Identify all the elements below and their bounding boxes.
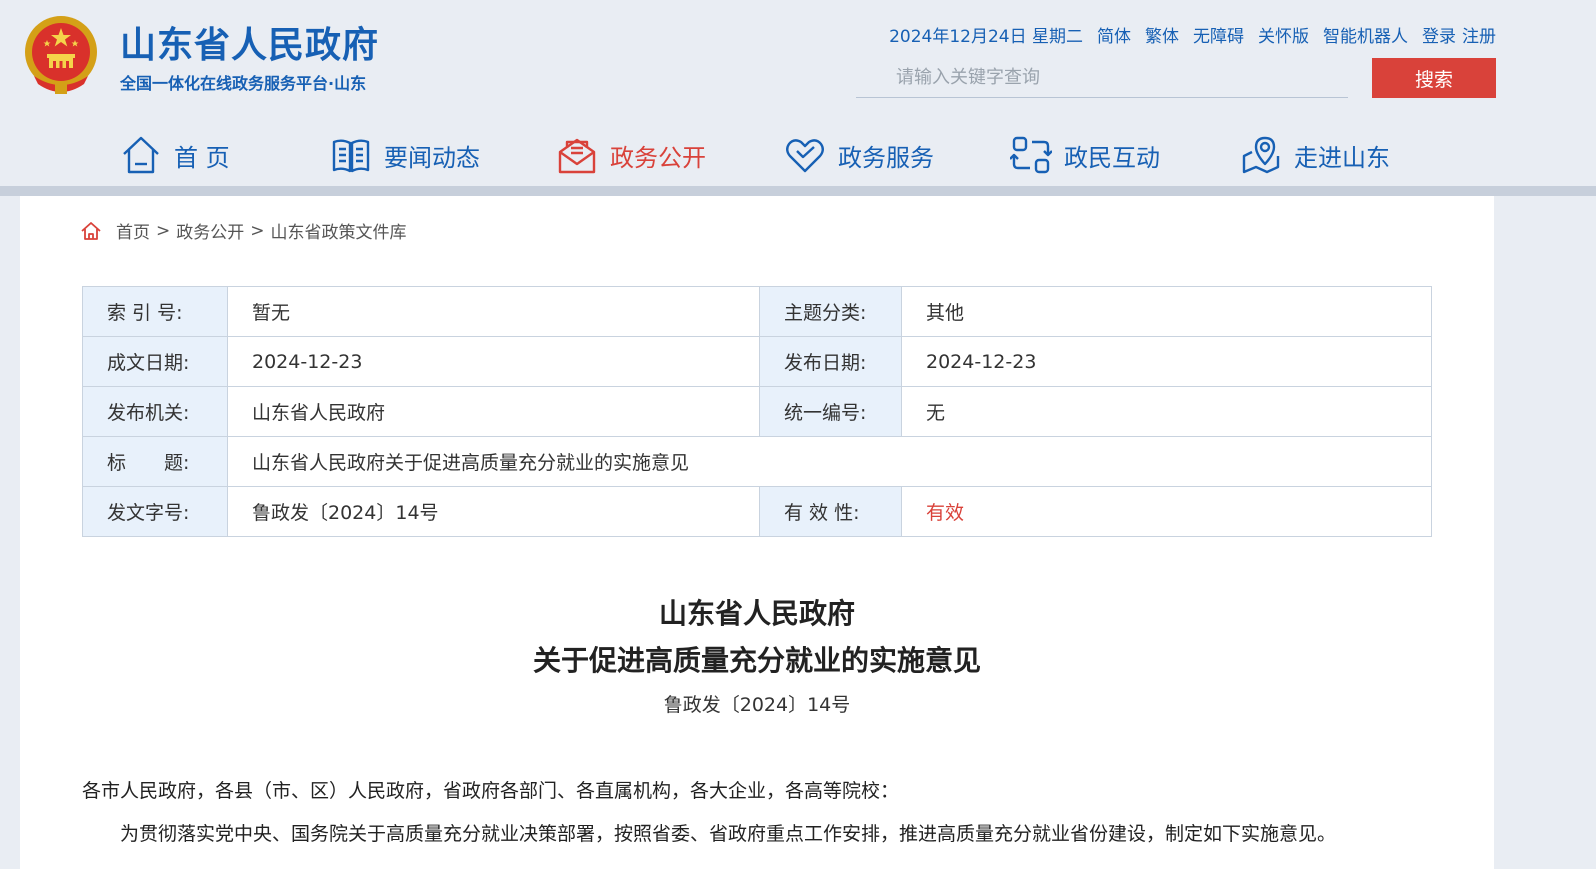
search-button[interactable]: 搜索: [1372, 58, 1496, 98]
nav-interaction-label: 政民互动: [1064, 143, 1160, 172]
index-label: 索 引 号:: [82, 286, 228, 337]
title-value: 山东省人民政府关于促进高质量充分就业的实施意见: [227, 436, 1432, 487]
issuer-label: 发布机关:: [82, 386, 228, 437]
breadcrumb-home[interactable]: 首页: [116, 218, 150, 243]
issuer-value: 山东省人民政府: [227, 386, 760, 437]
link-accessibility[interactable]: 无障碍: [1193, 22, 1244, 47]
national-emblem-icon: [25, 16, 97, 94]
table-row: 成文日期: 2024-12-23 发布日期: 2024-12-23: [82, 336, 1432, 387]
nav-visit-shandong[interactable]: 走进山东: [1240, 132, 1390, 178]
unified-number-value: 无: [901, 386, 1432, 437]
table-row: 标 题: 山东省人民政府关于促进高质量充分就业的实施意见: [82, 436, 1432, 487]
nav-news-label: 要闻动态: [384, 143, 480, 172]
top-utility-bar: 2024年12月24日 星期二 简体 繁体 无障碍 关怀版 智能机器人 登录 注…: [889, 22, 1496, 47]
link-register[interactable]: 注册: [1462, 22, 1496, 47]
table-row: 发布机关: 山东省人民政府 统一编号: 无: [82, 386, 1432, 437]
table-row: 索 引 号: 暂无 主题分类: 其他: [82, 286, 1432, 337]
breadcrumb-separator: >: [156, 220, 171, 241]
home-icon[interactable]: [80, 220, 102, 242]
home-icon: [123, 136, 159, 174]
title-label: 标 题:: [82, 436, 228, 487]
breadcrumb-open-government[interactable]: 政务公开: [176, 218, 244, 243]
nav-visit-shandong-label: 走进山东: [1294, 143, 1390, 172]
document-intro: 为贯彻落实党中央、国务院关于高质量充分就业决策部署，按照省委、省政府重点工作安排…: [120, 823, 1337, 845]
written-date-label: 成文日期:: [82, 336, 228, 387]
nav-home[interactable]: 首 页: [120, 132, 230, 178]
nav-home-label: 首 页: [174, 143, 230, 172]
search-input[interactable]: [856, 58, 1348, 98]
book-icon: [332, 139, 370, 173]
breadcrumb-policy-library[interactable]: 山东省政策文件库: [271, 218, 407, 243]
site-subtitle: 全国一体化在线政务服务平台·山东: [120, 74, 367, 93]
document-recipients: 各市人民政府，各县（市、区）人民政府，省政府各部门、各直属机构，各大企业，各高等…: [82, 780, 900, 802]
link-care-version[interactable]: 关怀版: [1258, 22, 1309, 47]
nav-divider: [0, 186, 1596, 196]
breadcrumb-separator: >: [250, 220, 265, 241]
breadcrumb: 首页 > 政务公开 > 山东省政策文件库: [80, 218, 407, 243]
nav-news[interactable]: 要闻动态: [330, 132, 480, 178]
nav-interaction[interactable]: 政民互动: [1010, 132, 1160, 178]
nav-services[interactable]: 政务服务: [784, 132, 934, 178]
published-date-value: 2024-12-23: [901, 336, 1432, 387]
written-date-value: 2024-12-23: [227, 336, 760, 387]
main-nav: 首 页 要闻动态 政务公开 政务服务 政民互动 走进山东: [0, 120, 1596, 190]
nav-services-label: 政务服务: [838, 143, 934, 172]
document-meta-table: 索 引 号: 暂无 主题分类: 其他 成文日期: 2024-12-23 发布日期…: [82, 286, 1432, 537]
published-date-label: 发布日期:: [759, 336, 902, 387]
table-row: 发文字号: 鲁政发〔2024〕14号 有 效 性: 有效: [82, 486, 1432, 537]
mail-icon: [558, 138, 596, 174]
document-number: 鲁政发〔2024〕14号: [663, 694, 851, 716]
link-login[interactable]: 登录: [1422, 22, 1456, 47]
current-date: 2024年12月24日 星期二: [889, 27, 1083, 47]
nav-open-government-label: 政务公开: [610, 143, 706, 172]
location-icon: [1242, 136, 1280, 174]
index-value: 暂无: [227, 286, 760, 337]
link-robot[interactable]: 智能机器人: [1323, 22, 1408, 47]
document-number-label: 发文字号:: [82, 486, 228, 537]
unified-number-label: 统一编号:: [759, 386, 902, 437]
link-simplified[interactable]: 简体: [1097, 22, 1131, 47]
nav-open-government[interactable]: 政务公开: [556, 132, 706, 178]
header: 山东省人民政府 全国一体化在线政务服务平台·山东 2024年12月24日 星期二…: [0, 0, 1596, 186]
topic-label: 主题分类:: [759, 286, 902, 337]
interaction-icon: [1010, 136, 1052, 174]
validity-label: 有 效 性:: [759, 486, 902, 537]
document-title-line2: 关于促进高质量充分就业的实施意见: [532, 644, 981, 677]
link-traditional[interactable]: 繁体: [1145, 22, 1179, 47]
auth-links: 登录 注册: [1422, 22, 1496, 47]
validity-value: 有效: [901, 486, 1432, 537]
site-title[interactable]: 山东省人民政府: [120, 16, 379, 68]
document-number-value: 鲁政发〔2024〕14号: [227, 486, 760, 537]
topic-value: 其他: [901, 286, 1432, 337]
main-content: 首页 > 政务公开 > 山东省政策文件库 索 引 号: 暂无 主题分类: 其他 …: [20, 196, 1494, 869]
document-title-line1: 山东省人民政府: [658, 597, 855, 630]
heart-icon: [786, 139, 824, 173]
